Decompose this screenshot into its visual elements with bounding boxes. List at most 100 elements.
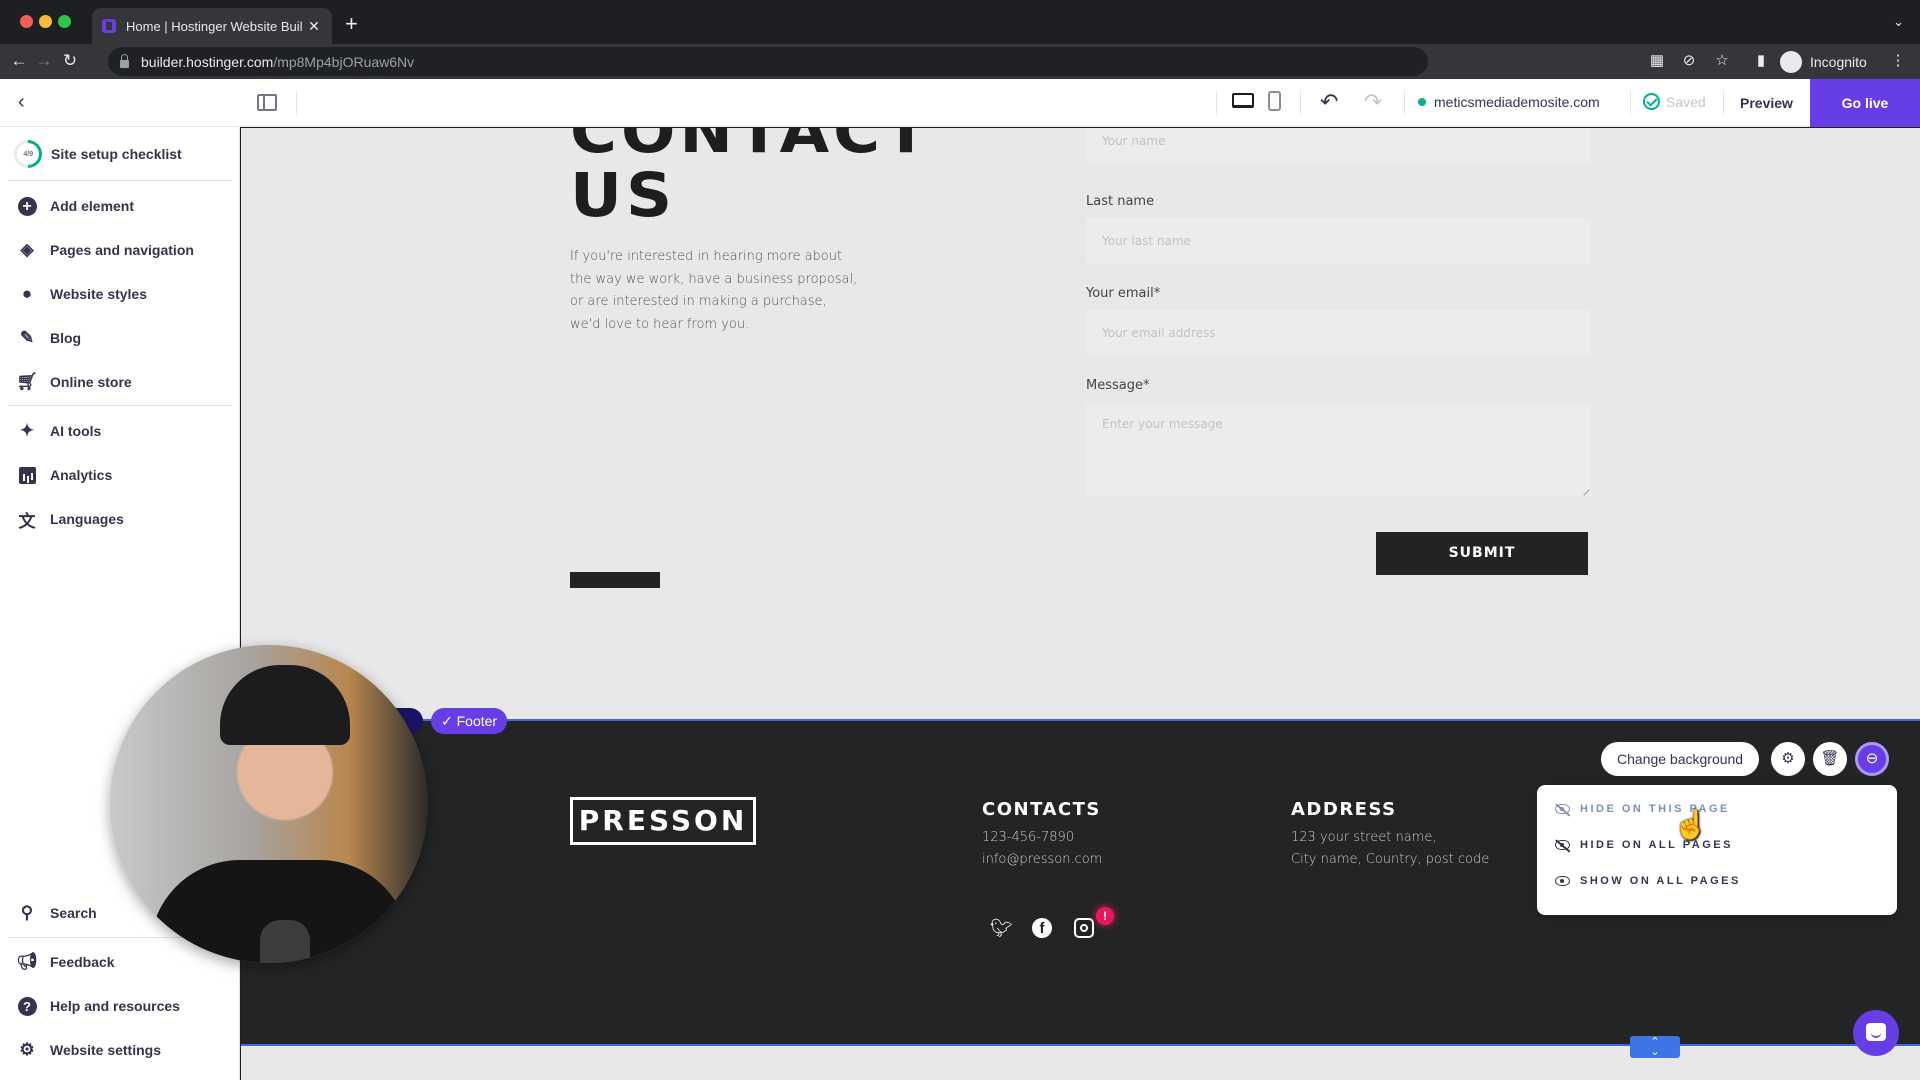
builder-header: ‹ ↶ ↷ meticsmediademosite.com Saved Prev…: [0, 79, 1920, 127]
decorative-bar[interactable]: [570, 572, 660, 588]
layers-icon: ◈: [20, 240, 34, 259]
layout-panel-icon[interactable]: [257, 94, 277, 111]
preview-button[interactable]: Preview: [1728, 79, 1805, 127]
facebook-icon[interactable]: f: [1032, 918, 1052, 938]
settings-gear-icon[interactable]: ⚙: [1771, 742, 1805, 776]
site-setup-checklist[interactable]: 4/9 Site setup checklist: [8, 134, 182, 174]
reload-icon[interactable]: ↻: [57, 48, 83, 74]
incognito-profile-button[interactable]: Incognito: [1780, 48, 1867, 75]
status-dot-icon: [1418, 98, 1426, 106]
instagram-icon[interactable]: [1074, 918, 1094, 938]
hand-pointer-cursor-icon: ☝: [1673, 809, 1708, 840]
progress-ring-icon: 4/9: [8, 134, 48, 174]
divider: [1404, 91, 1405, 115]
domain-text: meticsmediademosite.com: [1434, 94, 1600, 110]
last-name-input[interactable]: Your last name: [1086, 218, 1591, 264]
menu-item-show-on-all-pages[interactable]: SHOW ON ALL PAGES: [1555, 871, 1741, 891]
contact-description[interactable]: If you're interested in hearing more abo…: [570, 246, 860, 336]
browser-tab[interactable]: Home | Hostinger Website Buil ✕: [92, 8, 332, 44]
forward-arrow-icon[interactable]: →: [31, 48, 57, 74]
browser-toolbar: ← → ↻ builder.hostinger.com /mp8Mp4bjORu…: [0, 44, 1920, 79]
saved-label: Saved: [1666, 93, 1706, 110]
plus-circle-icon: +: [16, 195, 38, 217]
redo-icon[interactable]: ↷: [1364, 89, 1382, 115]
bar-chart-icon: [16, 464, 38, 486]
desktop-view-icon[interactable]: [1232, 93, 1254, 108]
chat-support-icon[interactable]: [1853, 1010, 1899, 1056]
contacts-heading[interactable]: CONTACTS: [982, 799, 1101, 820]
pen-icon: ✎: [19, 328, 35, 347]
tab-search-chevron-icon[interactable]: ⌄: [1893, 14, 1904, 30]
email-input[interactable]: Your email address: [1086, 310, 1591, 356]
divider: [8, 180, 232, 181]
chevron-left-icon[interactable]: ‹: [18, 91, 38, 115]
divider: [1300, 91, 1301, 115]
twitter-icon[interactable]: 🐦︎: [990, 918, 1013, 940]
submit-button[interactable]: SUBMIT: [1376, 532, 1588, 575]
address-line-2[interactable]: City name, Country, post code: [1291, 849, 1489, 871]
lock-icon: [120, 53, 129, 68]
email-label: Your email*: [1086, 286, 1161, 301]
footer-phone[interactable]: 123-456-7890: [982, 827, 1074, 849]
message-textarea[interactable]: Enter your message: [1086, 403, 1591, 497]
eye-off-icon: [1555, 840, 1570, 850]
qr-code-icon[interactable]: ▦: [1647, 51, 1667, 71]
footer-section-tag[interactable]: ✓ Footer: [431, 708, 508, 734]
footer-email[interactable]: info@presson.com: [982, 849, 1102, 871]
help-icon: ?: [16, 995, 38, 1017]
sidebar-item-add-element[interactable]: + Add element: [16, 192, 231, 220]
first-name-input[interactable]: Your name: [1086, 128, 1591, 164]
address-bar[interactable]: builder.hostinger.com /mp8Mp4bjORuaw6Nv: [108, 47, 1428, 76]
sidebar-item-analytics[interactable]: Analytics: [16, 461, 231, 489]
megaphone-icon: 📢︎: [16, 952, 38, 971]
trash-icon[interactable]: 🗑︎: [1813, 742, 1847, 776]
visibility-dropdown: HIDE ON THIS PAGE HIDE ON ALL PAGES SHOW…: [1537, 785, 1897, 915]
sidebar-item-pages-navigation[interactable]: ◈ Pages and navigation: [16, 236, 231, 264]
mobile-view-icon[interactable]: [1268, 91, 1281, 111]
incognito-icon: [1780, 50, 1802, 73]
contact-heading[interactable]: CONTACT US: [570, 128, 932, 228]
window-close-button[interactable]: [20, 15, 33, 28]
sidebar-item-blog[interactable]: ✎ Blog: [16, 324, 231, 352]
sidebar-item-label: Analytics: [50, 467, 113, 483]
site-domain[interactable]: meticsmediademosite.com: [1418, 94, 1600, 110]
sidebar-item-languages[interactable]: 文 Languages: [16, 505, 231, 533]
new-tab-button[interactable]: +: [345, 10, 358, 38]
url-path: /mp8Mp4bjORuaw6Nv: [273, 53, 415, 70]
checklist-label: Site setup checklist: [51, 146, 182, 162]
back-arrow-icon[interactable]: ←: [6, 48, 32, 74]
microphone-icon: [260, 920, 310, 963]
section-resize-handle[interactable]: ⌃ ⌄: [1630, 1036, 1680, 1058]
menu-item-label: SHOW ON ALL PAGES: [1580, 875, 1741, 887]
presson-logo[interactable]: PRESSON: [570, 797, 756, 845]
tab-close-icon[interactable]: ✕: [306, 18, 322, 35]
sidebar-item-online-store[interactable]: 🛒︎ Online store: [16, 368, 231, 396]
visibility-link-icon[interactable]: ⊖: [1855, 742, 1889, 776]
bookmark-star-icon[interactable]: ☆: [1712, 51, 1732, 71]
window-maximize-button[interactable]: [58, 15, 71, 28]
sidebar-item-ai-tools[interactable]: ✦ AI tools: [16, 417, 231, 445]
message-label: Message*: [1086, 378, 1150, 393]
editor-canvas[interactable]: CONTACT US If you're interested in heari…: [241, 128, 1920, 1080]
divider: [8, 405, 232, 406]
eye-off-icon: [1555, 804, 1570, 814]
check-circle-icon: [1643, 93, 1660, 110]
search-icon: ⚲: [20, 903, 34, 922]
eye-icon: [1555, 876, 1570, 886]
window-minimize-button[interactable]: [39, 15, 52, 28]
side-panel-icon[interactable]: ▮: [1751, 51, 1771, 71]
browser-menu-icon[interactable]: ⋮: [1888, 51, 1908, 71]
sidebar-item-website-styles[interactable]: ● Website styles: [16, 280, 231, 308]
webcam-overlay: [110, 645, 428, 963]
sidebar-item-website-settings[interactable]: ⚙ Website settings: [16, 1036, 231, 1064]
change-background-button[interactable]: Change background: [1601, 742, 1760, 776]
sidebar-item-help[interactable]: ? Help and resources: [16, 992, 231, 1020]
undo-icon[interactable]: ↶: [1320, 89, 1338, 115]
go-live-button[interactable]: Go live: [1810, 79, 1920, 127]
eye-off-icon[interactable]: ⊘: [1679, 51, 1699, 71]
resize-grip-icon[interactable]: [1578, 484, 1590, 496]
address-line-1[interactable]: 123 your street name,: [1291, 827, 1436, 849]
sidebar-item-label: Languages: [50, 511, 124, 527]
address-heading[interactable]: ADDRESS: [1291, 799, 1397, 820]
profile-label: Incognito: [1810, 53, 1867, 70]
